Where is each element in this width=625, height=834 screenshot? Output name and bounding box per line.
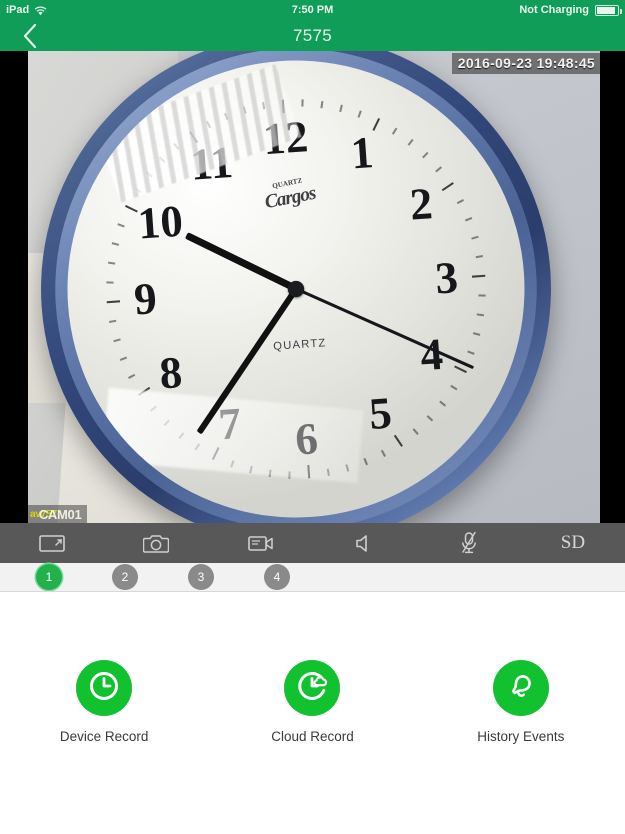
app-root: iPad 7:50 PM Not Charging 7575 1 2 3 4 5… [0, 0, 625, 834]
bell-icon [502, 667, 540, 710]
channel-label: 1 [45, 570, 53, 584]
cloud-clock-icon [293, 667, 331, 710]
history-events-label: History Events [477, 729, 565, 744]
clock-tick [128, 373, 136, 379]
device-record-label: Device Record [59, 729, 149, 744]
channel-label: 2 [121, 570, 129, 584]
clock-tick [357, 110, 362, 118]
clock-tick [363, 457, 369, 466]
snapshot-button[interactable] [104, 523, 208, 563]
clock-tick [106, 300, 121, 304]
sd-quality-icon: SD [560, 532, 586, 553]
cloud-record-button[interactable]: Cloud Record [208, 660, 416, 744]
video-frame: 121234567891011 QUARTZ Cargos QUARTZ 201… [28, 51, 600, 523]
video-camera-overlay: av757 CAM01 [28, 505, 88, 523]
history-events-button[interactable]: History Events [417, 660, 625, 744]
channel-button-3[interactable]: 3 [188, 564, 214, 590]
clock-tick [372, 118, 381, 131]
clock-tick [391, 127, 398, 135]
clock-tick [412, 428, 419, 435]
clock-tick [106, 281, 114, 284]
battery-status-label: Not Charging [519, 4, 589, 16]
clock-tick [380, 449, 386, 457]
microphone-muted-icon [459, 531, 479, 555]
clock-hour-hand [184, 232, 298, 293]
clock-tick [441, 182, 454, 192]
cloud-record-label: Cloud Record [271, 729, 354, 744]
video-toolbar: SD [0, 523, 625, 563]
snapshot-icon [143, 533, 170, 554]
channel-label: 4 [273, 570, 281, 584]
clock-brand: QUARTZ Cargos [261, 175, 317, 215]
clock-tick [108, 319, 117, 323]
clock-tick [464, 216, 473, 222]
fullscreen-button[interactable] [0, 523, 104, 563]
clock-tick [435, 166, 442, 173]
wall-clock: 121234567891011 QUARTZ Cargos QUARTZ [28, 51, 569, 523]
clock-tick [450, 384, 458, 391]
clock-numeral-2: 2 [408, 178, 435, 230]
clock-tick [467, 350, 475, 355]
clock-icon [85, 667, 123, 710]
clock-tick [113, 338, 121, 343]
record-button[interactable] [208, 523, 312, 563]
clock-numeral-10: 10 [136, 195, 185, 249]
clock-tick [422, 151, 429, 159]
microphone-button[interactable] [417, 523, 521, 563]
channel-button-2[interactable]: 2 [112, 564, 138, 590]
clock-tick [393, 434, 403, 447]
clock-numeral-1: 1 [349, 127, 376, 179]
clock-tick [107, 261, 116, 265]
clock-numeral-3: 3 [433, 252, 460, 304]
speaker-button[interactable] [313, 523, 417, 563]
channel-button-4[interactable]: 4 [264, 564, 290, 590]
page-title: 7575 [292, 25, 333, 45]
status-bar: iPad 7:50 PM Not Charging [0, 0, 625, 20]
clock-tick [471, 274, 486, 278]
clock-tick [320, 100, 324, 109]
channel-selector: 1 2 3 4 [0, 563, 625, 591]
clock-tick [407, 138, 414, 146]
clock-center-cap [287, 280, 305, 298]
clock-tick [471, 235, 479, 240]
clock-dial-text: QUARTZ [272, 337, 327, 354]
clock-tick [472, 332, 481, 336]
clock-tick [426, 415, 434, 422]
clock-tick [475, 255, 484, 259]
device-record-circle [76, 660, 133, 716]
cloud-record-circle [284, 660, 341, 716]
speaker-icon [354, 533, 376, 554]
video-timestamp-overlay: 2016-09-23 19:48:45 [451, 53, 600, 74]
history-events-circle [492, 660, 549, 716]
clock-numeral-8: 8 [157, 347, 184, 399]
camera-name-label: CAM01 [38, 506, 82, 522]
clock-tick [454, 365, 467, 374]
battery-icon [595, 4, 622, 16]
clock-tick [456, 199, 464, 205]
navigation-bar: 7575 [0, 20, 625, 51]
clock-tick [439, 400, 447, 407]
clock-tick [301, 99, 304, 107]
action-buttons: Device Record Cloud Record History Event… [0, 660, 625, 780]
clock-tick [117, 223, 125, 228]
video-player[interactable]: 121234567891011 QUARTZ Cargos QUARTZ 201… [0, 51, 625, 523]
record-icon [247, 533, 274, 553]
status-bar-right: Not Charging [519, 4, 622, 16]
channel-label: 3 [197, 570, 205, 584]
fullscreen-icon [38, 533, 66, 553]
clock-tick [476, 313, 485, 317]
device-record-button[interactable]: Device Record [0, 660, 208, 744]
clock-numeral-5: 5 [367, 387, 394, 440]
channel-button-1[interactable]: 1 [36, 564, 62, 590]
clock-numeral-9: 9 [132, 273, 159, 325]
clock-tick [119, 356, 128, 362]
clock-tick [339, 104, 343, 113]
clock-tick [111, 242, 120, 246]
stream-quality-button[interactable]: SD [521, 523, 625, 563]
clock-tick [478, 294, 486, 297]
